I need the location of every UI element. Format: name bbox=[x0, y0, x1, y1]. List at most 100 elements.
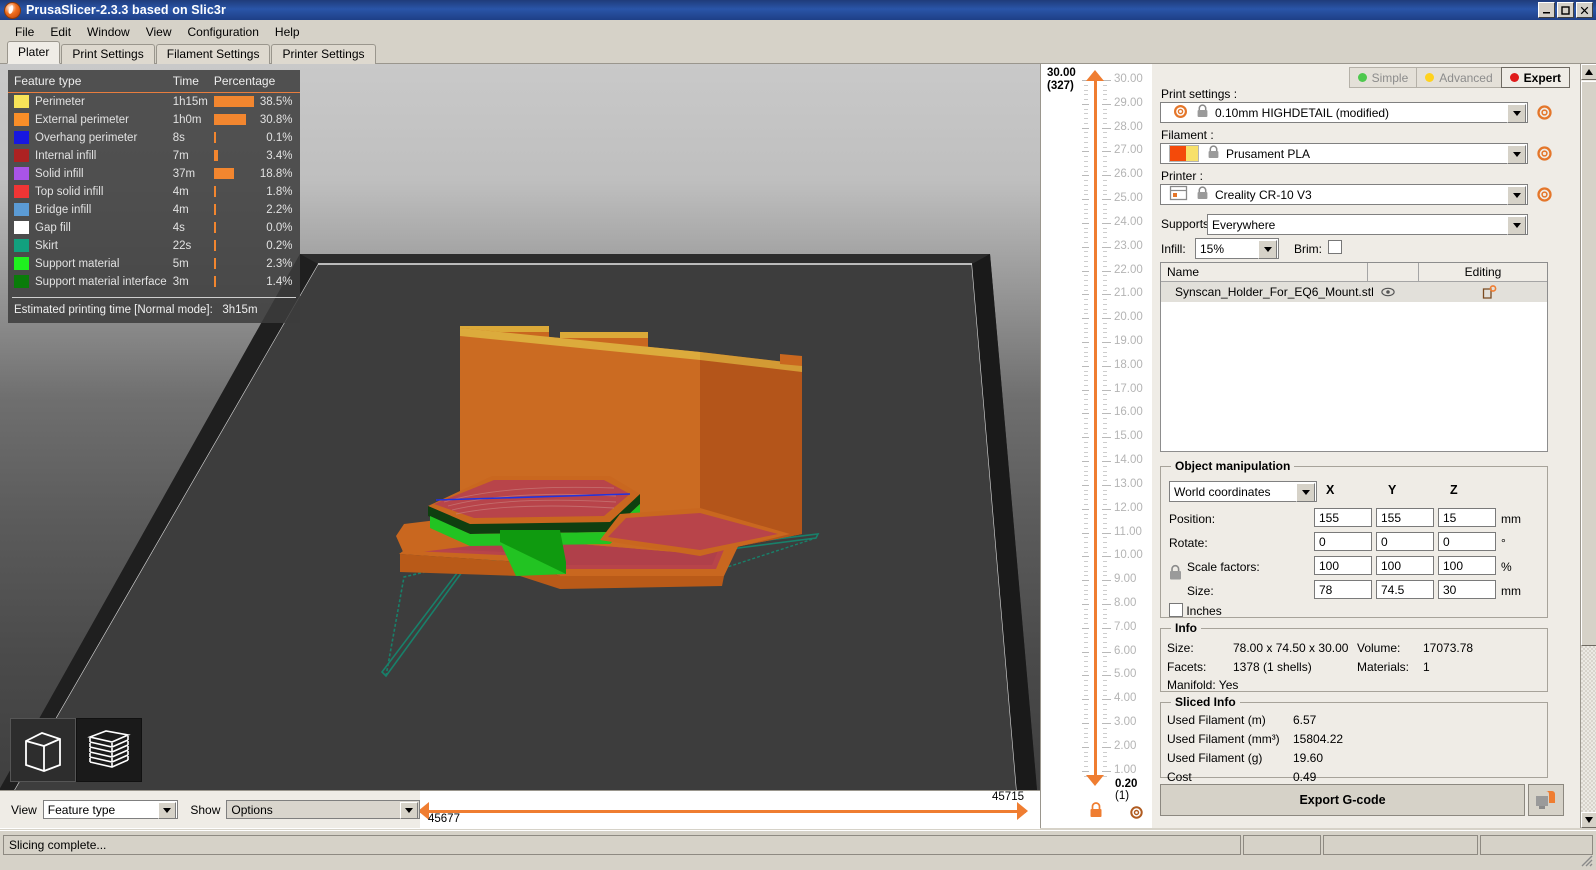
printer-label: Printer : bbox=[1161, 169, 1204, 183]
chevron-down-icon[interactable] bbox=[158, 802, 177, 819]
rotate-z-input[interactable]: 0 bbox=[1438, 532, 1496, 551]
chevron-down-icon[interactable] bbox=[400, 802, 418, 819]
scale-z-input[interactable]: 100 bbox=[1438, 556, 1496, 575]
send-to-printer-button[interactable] bbox=[1528, 784, 1564, 816]
rotate-x-input[interactable]: 0 bbox=[1314, 532, 1372, 551]
object-manipulation-title: Object manipulation bbox=[1171, 459, 1295, 473]
menu-window[interactable]: Window bbox=[79, 23, 138, 41]
scrollbar-track[interactable] bbox=[1581, 646, 1596, 812]
scale-y-input[interactable]: 100 bbox=[1376, 556, 1434, 575]
coordinate-system-select[interactable]: World coordinates bbox=[1169, 481, 1317, 502]
legend-row[interactable]: Bridge infill 4m 2.2% bbox=[8, 201, 300, 219]
layer-slider[interactable]: 30.00 (327) 30.00 29.00 28.00 27.00 26.00 25.… bbox=[1040, 64, 1153, 828]
filament-select[interactable]: Prusament PLA bbox=[1160, 143, 1528, 164]
lock-icon[interactable] bbox=[1088, 801, 1104, 822]
legend-row[interactable]: Gap fill 4s 0.0% bbox=[8, 219, 300, 237]
legend-row[interactable]: Skirt 22s 0.2% bbox=[8, 237, 300, 255]
chevron-down-icon[interactable] bbox=[1507, 186, 1526, 205]
print-settings-label: Print settings : bbox=[1161, 87, 1238, 101]
uniform-scale-lock-icon[interactable] bbox=[1168, 564, 1183, 584]
layer-slider-lower-handle[interactable] bbox=[1086, 775, 1104, 786]
scrollbar-thumb[interactable] bbox=[1581, 81, 1596, 646]
chevron-down-icon[interactable] bbox=[1507, 104, 1526, 123]
inches-checkbox[interactable]: Inches bbox=[1169, 603, 1222, 618]
infill-select[interactable]: 15% bbox=[1195, 238, 1279, 259]
maximize-button[interactable] bbox=[1557, 2, 1574, 18]
menu-bar: File Edit Window View Configuration Help bbox=[0, 20, 1596, 43]
chevron-down-icon[interactable] bbox=[1258, 240, 1277, 259]
legend-row[interactable]: Perimeter 1h15m 38.5% bbox=[8, 93, 300, 112]
layer-slider-upper-handle[interactable] bbox=[1086, 70, 1104, 81]
tab-strip: Plater Print Settings Filament Settings … bbox=[0, 41, 1596, 64]
menu-file[interactable]: File bbox=[7, 23, 42, 41]
menu-view[interactable]: View bbox=[138, 23, 180, 41]
legend-row[interactable]: Top solid infill 4m 1.8% bbox=[8, 183, 300, 201]
eye-icon[interactable] bbox=[1375, 287, 1431, 297]
print-settings-gear-icon[interactable] bbox=[1536, 104, 1554, 122]
layer-minor-tick bbox=[1041, 465, 1153, 467]
mode-advanced-button[interactable]: Advanced bbox=[1416, 67, 1501, 88]
menu-configuration[interactable]: Configuration bbox=[180, 23, 267, 41]
position-y-input[interactable]: 155 bbox=[1376, 508, 1434, 527]
brim-checkbox[interactable] bbox=[1328, 240, 1342, 255]
legend-row[interactable]: Support material 5m 2.3% bbox=[8, 255, 300, 273]
object-settings-icon[interactable] bbox=[1431, 284, 1547, 300]
legend-row[interactable]: External perimeter 1h0m 30.8% bbox=[8, 111, 300, 129]
scale-x-input[interactable]: 100 bbox=[1314, 556, 1372, 575]
size-z-input[interactable]: 30 bbox=[1438, 580, 1496, 599]
legend-row[interactable]: Solid infill 37m 18.8% bbox=[8, 165, 300, 183]
scroll-down-button[interactable] bbox=[1581, 812, 1596, 828]
supports-select[interactable]: Everywhere bbox=[1207, 214, 1528, 235]
position-x-input[interactable]: 155 bbox=[1314, 508, 1372, 527]
legend-percentage: 1.4% bbox=[266, 276, 293, 288]
chevron-down-icon[interactable] bbox=[1296, 483, 1315, 502]
layer-tick: 19.00 bbox=[1041, 335, 1153, 347]
layer-tick: 2.00 bbox=[1041, 740, 1153, 752]
layer-tick: 23.00 bbox=[1041, 240, 1153, 252]
legend-row[interactable]: Internal infill 7m 3.4% bbox=[8, 147, 300, 165]
view-select[interactable]: Feature type bbox=[42, 800, 179, 819]
position-z-input[interactable]: 15 bbox=[1438, 508, 1496, 527]
moves-slider-right-handle[interactable] bbox=[1017, 802, 1028, 820]
moves-slider-track[interactable] bbox=[420, 810, 1026, 813]
infill-value: 15% bbox=[1200, 241, 1225, 256]
mode-expert-button[interactable]: Expert bbox=[1500, 67, 1570, 88]
show-select[interactable]: Options bbox=[226, 800, 420, 819]
layer-slider-track[interactable] bbox=[1094, 80, 1097, 776]
mode-simple-button[interactable]: Simple bbox=[1348, 67, 1417, 88]
scroll-up-button[interactable] bbox=[1581, 64, 1596, 80]
menu-help[interactable]: Help bbox=[267, 23, 308, 41]
legend-time: 37m bbox=[172, 168, 196, 180]
chevron-down-icon[interactable] bbox=[1507, 216, 1526, 235]
editor-view-button[interactable] bbox=[10, 718, 76, 782]
tab-printer-settings[interactable]: Printer Settings bbox=[271, 44, 376, 64]
object-list-row[interactable]: Synscan_Holder_For_EQ6_Mount.stl bbox=[1161, 282, 1547, 302]
right-panel-scrollbar[interactable] bbox=[1580, 64, 1596, 828]
object-list[interactable]: Name Editing Synscan_Holder_For_EQ6_Moun… bbox=[1160, 262, 1548, 452]
size-y-input[interactable]: 74.5 bbox=[1376, 580, 1434, 599]
size-x-input[interactable]: 78 bbox=[1314, 580, 1372, 599]
printer-gear-icon[interactable] bbox=[1536, 186, 1554, 204]
tab-filament-settings[interactable]: Filament Settings bbox=[155, 44, 271, 64]
chevron-down-icon[interactable] bbox=[1507, 145, 1526, 164]
close-button[interactable] bbox=[1576, 2, 1593, 18]
menu-edit[interactable]: Edit bbox=[42, 23, 79, 41]
legend-row[interactable]: Overhang perimeter 8s 0.1% bbox=[8, 129, 300, 147]
window-title: PrusaSlicer-2.3.3 based on Slic3r bbox=[26, 3, 226, 17]
tab-plater[interactable]: Plater bbox=[7, 41, 61, 64]
rotate-y-input[interactable]: 0 bbox=[1376, 532, 1434, 551]
gear-icon[interactable] bbox=[1129, 805, 1144, 823]
legend-row[interactable]: Support material interface 3m 1.4% bbox=[8, 273, 300, 291]
minimize-button[interactable] bbox=[1538, 2, 1555, 18]
preview-view-button[interactable] bbox=[76, 718, 142, 782]
print-settings-select[interactable]: 0.10mm HIGHDETAIL (modified) bbox=[1160, 102, 1528, 123]
layer-tick: 24.00 bbox=[1041, 216, 1153, 228]
resize-grip[interactable] bbox=[1579, 853, 1593, 867]
tab-print-settings[interactable]: Print Settings bbox=[61, 44, 155, 64]
layer-minor-tick bbox=[1041, 546, 1153, 548]
printer-select[interactable]: Creality CR-10 V3 bbox=[1160, 184, 1528, 205]
filament-gear-icon[interactable] bbox=[1536, 145, 1554, 163]
preview-canvas[interactable]: Feature type Time Percentage Perimeter 1h… bbox=[0, 64, 1040, 790]
legend-percentage: 0.0% bbox=[266, 222, 293, 234]
export-gcode-button[interactable]: Export G-code bbox=[1160, 784, 1525, 816]
